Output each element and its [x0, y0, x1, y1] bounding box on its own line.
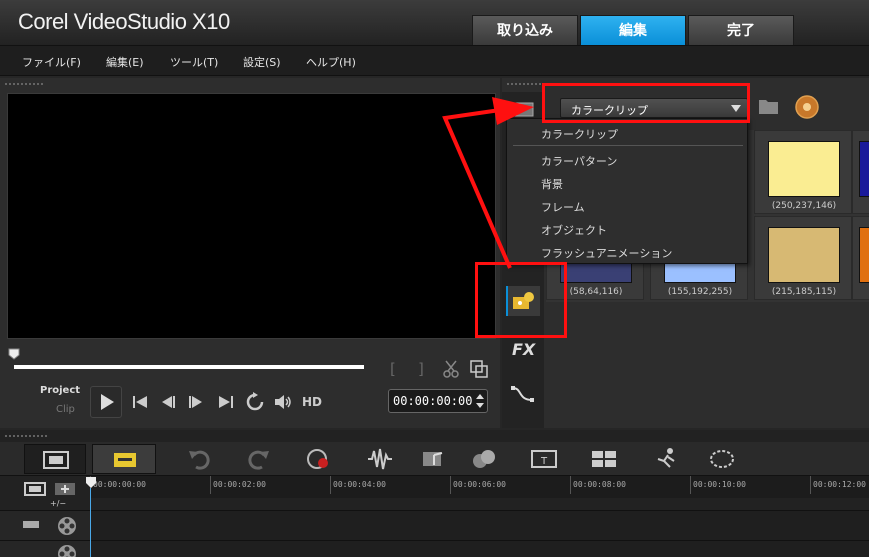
- time-remapping-icon[interactable]: [652, 447, 680, 471]
- svg-text:T: T: [540, 456, 548, 467]
- auto-music-icon[interactable]: [420, 447, 448, 471]
- ruler-tick: [570, 476, 571, 494]
- motion-tracking-icon[interactable]: [470, 447, 498, 471]
- chapter-point-icon[interactable]: [54, 482, 76, 496]
- sound-mixer-icon[interactable]: [366, 447, 394, 471]
- track-header: [0, 511, 90, 541]
- panel-grip[interactable]: [4, 434, 48, 438]
- playhead-marker[interactable]: [84, 476, 98, 490]
- ruler-tick: [330, 476, 331, 494]
- playhead-line: [90, 488, 91, 557]
- ruler-tick-label: 00:00:06:00: [453, 480, 506, 489]
- timeline-ruler[interactable]: 00:00:00:00 00:00:02:00 00:00:04:00 00:00:0…: [90, 476, 869, 498]
- filmstrip-icon: [43, 451, 69, 469]
- film-reel-icon[interactable]: [56, 515, 78, 537]
- mask-creator-icon[interactable]: [708, 447, 736, 471]
- ruler-tick: [450, 476, 451, 494]
- multi-camera-icon[interactable]: [590, 447, 618, 471]
- video-track: [0, 510, 869, 541]
- timeline-panel: T +/− 00:00:00:00 00:00:02:00 00:00:04:00 0…: [0, 430, 869, 557]
- overlay-track: [0, 540, 869, 557]
- ruler-tick: [690, 476, 691, 494]
- track-header: [0, 541, 90, 557]
- ruler-tick: [810, 476, 811, 494]
- add-remove-track-label[interactable]: +/−: [50, 499, 66, 508]
- timeline-view-button[interactable]: [92, 444, 156, 474]
- ruler-tick: [210, 476, 211, 494]
- lock-icon[interactable]: [22, 517, 40, 529]
- timeline-view-icon: [114, 453, 136, 467]
- redo-icon[interactable]: [244, 447, 272, 471]
- track-manager-icon[interactable]: [24, 482, 46, 496]
- ruler-tick-label: 00:00:08:00: [573, 480, 626, 489]
- storyboard-view-button[interactable]: [24, 444, 86, 474]
- film-reel-icon[interactable]: [56, 543, 78, 557]
- ruler-tick-label: 00:00:04:00: [333, 480, 386, 489]
- subtitle-editor-icon[interactable]: T: [530, 447, 558, 471]
- ruler-tick-label: 00:00:12:00: [813, 480, 866, 489]
- app-window: Corel VideoStudio X10 取り込み 編集 完了 ファイル(F)…: [0, 0, 869, 557]
- undo-icon[interactable]: [186, 447, 214, 471]
- ruler-tick-label: 00:00:00:00: [93, 480, 146, 489]
- ruler-tick-label: 00:00:10:00: [693, 480, 746, 489]
- ruler-tick-label: 00:00:02:00: [213, 480, 266, 489]
- timeline-toolbar: T: [0, 442, 869, 476]
- record-capture-icon[interactable]: [305, 447, 333, 471]
